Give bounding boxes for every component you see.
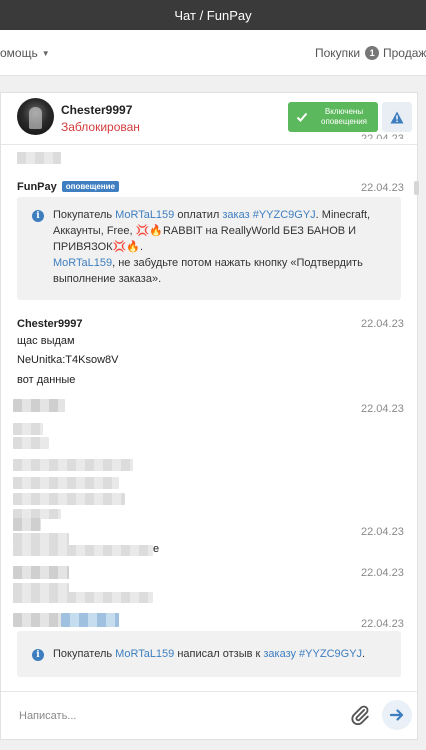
redacted-text <box>13 423 43 435</box>
paperclip-icon <box>351 705 369 726</box>
redacted-text <box>13 437 49 449</box>
nav-purchases-label: Покупки <box>315 46 361 60</box>
system-message-text: Покупатель MoRTaL159 оплатил заказ #YYZC… <box>53 209 371 285</box>
attach-button[interactable] <box>349 704 371 726</box>
redacted-text <box>13 533 69 545</box>
message-author-name: FunPay <box>17 181 57 193</box>
window-title: Чат / FunPay <box>174 7 252 23</box>
notifications-label: Включены оповещения <box>321 107 367 126</box>
nav-sales-link[interactable]: Продажи <box>383 46 426 60</box>
message-compose <box>1 691 417 739</box>
report-button[interactable] <box>382 102 412 132</box>
message-line: NeUnitka:T4Ksow8V <box>17 354 119 366</box>
redacted-author <box>13 399 65 412</box>
message-line: е <box>153 543 160 555</box>
redacted-tag <box>61 613 119 627</box>
redacted-author <box>13 613 61 627</box>
message-author-name[interactable]: Chester9997 <box>17 318 82 330</box>
redacted-author <box>13 566 69 579</box>
chat-username[interactable]: Chester9997 <box>61 103 132 117</box>
nav-help-dropdown[interactable]: омощь ▼ <box>0 46 50 60</box>
system-message: i Покупатель MoRTaL159 оплатил заказ #YY… <box>17 197 401 300</box>
nav-help-label: омощь <box>0 46 38 60</box>
redacted-text <box>13 493 125 505</box>
redacted-text <box>13 477 119 489</box>
redacted-text <box>13 459 133 471</box>
message-time: 22.04.23 <box>361 133 404 139</box>
order-link[interactable]: заказу #YYZC9GYJ <box>263 648 362 660</box>
buyer-link[interactable]: MoRTaL159 <box>115 648 174 660</box>
system-message: i Покупатель MoRTaL159 написал отзыв к з… <box>17 631 401 677</box>
message-time: 22.04.23 <box>361 618 404 630</box>
message-time: 22.04.23 <box>361 318 404 330</box>
system-message-text: Покупатель MoRTaL159 написал отзыв к зак… <box>53 648 366 660</box>
message-time: 22.04.23 <box>361 182 404 194</box>
chat-panel: Chester9997 Заблокирован Включены оповещ… <box>0 92 419 740</box>
nav-purchases-link[interactable]: Покупки 1 <box>315 46 380 60</box>
chevron-down-icon: ▼ <box>41 48 50 58</box>
redacted-author <box>13 518 41 531</box>
avatar[interactable] <box>17 98 54 135</box>
message-input[interactable] <box>19 706 319 726</box>
send-button[interactable] <box>382 700 412 730</box>
message-time: 22.04.23 <box>361 403 404 415</box>
top-navigation: омощь ▼ Покупки 1 Продажи <box>0 30 426 76</box>
info-icon: i <box>32 649 44 661</box>
buyer-link[interactable]: MoRTaL159 <box>53 257 112 269</box>
arrow-right-icon <box>389 709 404 721</box>
redacted-text <box>13 592 153 603</box>
redacted-text <box>13 545 153 556</box>
message-line: щас выдам <box>17 335 75 347</box>
redacted-text <box>17 152 61 164</box>
window-titlebar: Чат / FunPay <box>0 0 426 30</box>
user-status-label: Заблокирован <box>61 120 140 134</box>
check-icon <box>296 112 308 122</box>
notifications-toggle-button[interactable]: Включены оповещения <box>288 102 378 132</box>
message-time: 22.04.23 <box>361 567 404 579</box>
buyer-link[interactable]: MoRTaL159 <box>115 209 174 221</box>
message-author[interactable]: FunPay оповещение <box>17 181 119 193</box>
purchases-count-badge: 1 <box>365 46 380 60</box>
warning-icon <box>390 111 404 123</box>
message-line: вот данные <box>17 374 76 386</box>
chat-header: Chester9997 Заблокирован Включены оповещ… <box>1 93 417 145</box>
order-link[interactable]: заказ #YYZC9GYJ <box>222 209 315 221</box>
info-icon: i <box>32 210 44 222</box>
message-time: 22.04.23 <box>361 526 404 538</box>
notification-tag: оповещение <box>61 181 119 192</box>
chat-scrollbar[interactable] <box>414 181 419 195</box>
